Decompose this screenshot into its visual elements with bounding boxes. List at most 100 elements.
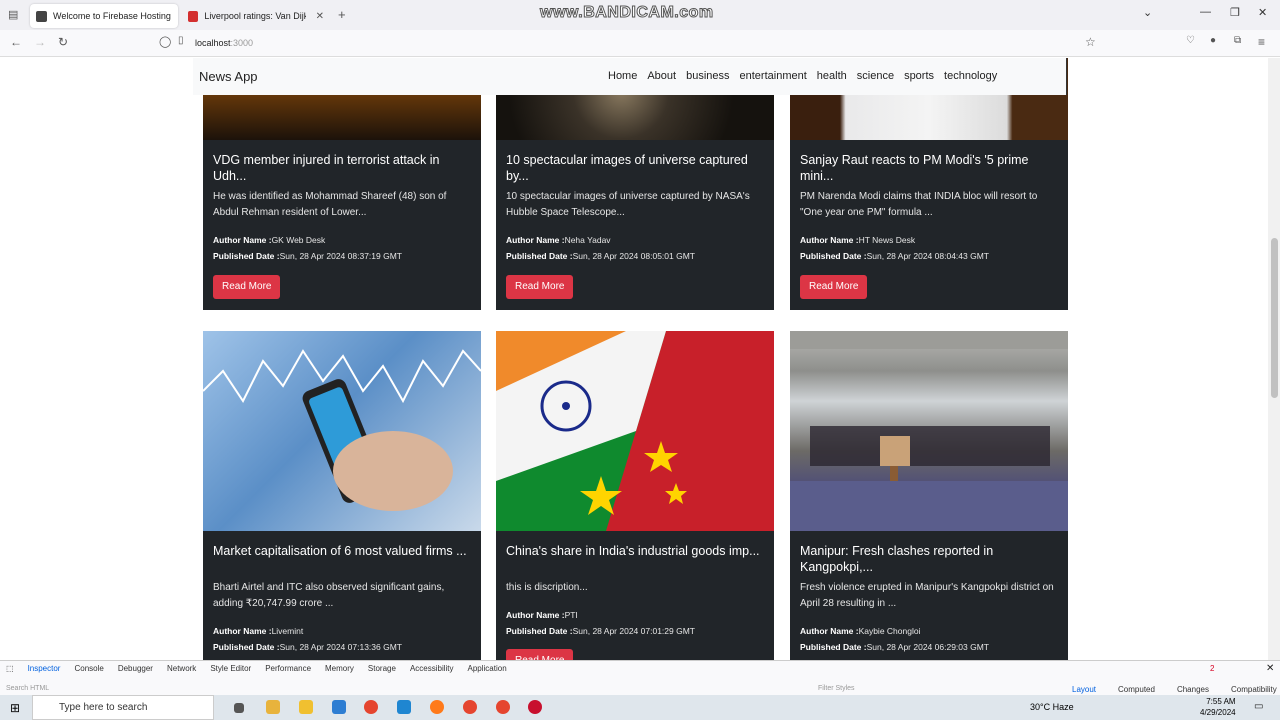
chrome-profile-icon[interactable] (463, 700, 477, 714)
pane-tab-computed[interactable]: Computed (1118, 685, 1155, 694)
menu-icon[interactable]: ≡ (1258, 35, 1265, 49)
read-more-button[interactable]: Read More (506, 275, 574, 299)
system-clock[interactable]: 7:55 AM 4/29/2024 (1200, 696, 1236, 718)
navigation-toolbar: ← → ↻ ◯ ▯ localhost:3000 ☆ ♡ ● ⧉ ≡ (0, 30, 1280, 57)
windows-taskbar: ⊞ Type here to search 30°C Haze 7:55 AM … (0, 695, 1280, 720)
devtools-tab-memory[interactable]: Memory (325, 664, 354, 673)
minimize-icon[interactable]: — (1200, 6, 1211, 18)
india-china-flags-illustration (496, 331, 774, 531)
mail-icon[interactable] (332, 700, 346, 714)
notifications-icon[interactable]: ▭ (1254, 701, 1263, 712)
read-more-button[interactable]: Read More (506, 649, 574, 660)
scrollbar-thumb[interactable] (1271, 238, 1278, 398)
error-count-badge[interactable]: 2 (1210, 664, 1214, 673)
page-viewport: News App Home About business entertainme… (0, 58, 1280, 660)
read-more-button[interactable]: Read More (800, 275, 868, 299)
tracking-shield-icon[interactable]: ◯ (159, 35, 171, 48)
pick-element-icon[interactable]: ⬚ (6, 664, 14, 673)
devtools-tab-application[interactable]: Application (468, 664, 507, 673)
news-card-image (496, 331, 774, 531)
account-icon[interactable]: ● (1210, 35, 1216, 46)
tab-liverpool[interactable]: Liverpool ratings: Van Dijk 5/10 ✕ (182, 4, 330, 28)
news-card-description: 10 spectacular images of universe captur… (506, 191, 750, 218)
author-label: Author Name : (213, 626, 272, 636)
news-card-author: Author Name :Livemint (213, 623, 303, 639)
nav-link-about[interactable]: About (647, 70, 676, 82)
chrome-icon[interactable] (364, 700, 378, 714)
devtools-tab-storage[interactable]: Storage (368, 664, 396, 673)
news-card-image (203, 331, 481, 531)
news-card-description: this is discription... (506, 582, 588, 593)
page-scrollbar[interactable] (1268, 58, 1280, 660)
news-card: Manipur: Fresh clashes reported in Kangp… (790, 331, 1068, 660)
store-icon[interactable] (299, 700, 313, 714)
chrome-dev-icon[interactable] (496, 700, 510, 714)
back-icon[interactable]: ← (10, 35, 22, 49)
news-card-author: Author Name :GK Web Desk (213, 232, 325, 248)
extensions-icon[interactable]: ⧉ (1234, 35, 1241, 46)
close-window-icon[interactable]: ✕ (1258, 6, 1267, 19)
address-field[interactable]: localhost:3000 (195, 38, 253, 48)
author-value: Livemint (271, 626, 304, 636)
recorder-watermark: www.BANDICAM.com (540, 4, 714, 22)
tab-label: Liverpool ratings: Van Dijk 5/10 (204, 11, 305, 21)
stock-chart-phone-illustration (203, 349, 481, 511)
filter-styles-input[interactable]: Filter Styles (818, 685, 855, 692)
forward-icon[interactable]: → (34, 35, 46, 49)
reload-icon[interactable]: ↻ (58, 35, 68, 49)
close-tab-icon[interactable]: ✕ (316, 11, 324, 22)
news-card-description: Bharti Airtel and ITC also observed sign… (213, 582, 445, 609)
devtools-tab-debugger[interactable]: Debugger (118, 664, 153, 673)
search-html-input[interactable]: Search HTML (6, 685, 49, 692)
devtools-tab-network[interactable]: Network (167, 664, 196, 673)
news-card-date: Published Date :Sun, 28 Apr 2024 08:37:1… (213, 248, 402, 264)
nav-link-entertainment[interactable]: entertainment (740, 70, 807, 82)
vscode-icon[interactable] (397, 700, 411, 714)
nav-link-home[interactable]: Home (608, 70, 637, 82)
tab-firebase[interactable]: Welcome to Firebase Hosting (30, 4, 178, 28)
news-card-title: Market capitalisation of 6 most valued f… (213, 544, 467, 558)
pane-tab-compatibility[interactable]: Compatibility (1231, 685, 1277, 694)
read-more-button[interactable]: Read More (213, 275, 281, 299)
nav-link-sports[interactable]: sports (904, 70, 934, 82)
devtools-tab-inspector[interactable]: Inspector (28, 664, 61, 673)
author-value: GK Web Desk (271, 235, 326, 245)
brand-link[interactable]: News App (199, 69, 258, 84)
tab-list-icon[interactable]: ▤ (8, 8, 18, 21)
date-value: Sun, 28 Apr 2024 07:13:36 GMT (279, 642, 402, 652)
task-view-icon[interactable] (234, 703, 244, 713)
devtools-tab-accessibility[interactable]: Accessibility (410, 664, 454, 673)
news-card-title: 10 spectacular images of universe captur… (506, 153, 748, 183)
weather-widget[interactable]: 30°C Haze (1030, 702, 1074, 712)
clock-date: 4/29/2024 (1200, 708, 1236, 717)
news-card-description: PM Narenda Modi claims that INDIA bloc w… (800, 191, 1038, 218)
pane-tab-changes[interactable]: Changes (1177, 685, 1209, 694)
nav-link-business[interactable]: business (686, 70, 729, 82)
devtools-tab-performance[interactable]: Performance (265, 664, 311, 673)
pocket-icon[interactable]: ♡ (1186, 35, 1195, 46)
gathering-photo-illustration (790, 331, 1068, 531)
devtools-tab-style-editor[interactable]: Style Editor (210, 664, 251, 673)
nav-link-technology[interactable]: technology (944, 70, 997, 82)
news-card: Market capitalisation of 6 most valued f… (203, 331, 481, 660)
date-label: Published Date : (800, 251, 867, 261)
nav-link-science[interactable]: science (857, 70, 894, 82)
bookmark-star-icon[interactable]: ☆ (1085, 35, 1096, 49)
devtools-close-icon[interactable]: ✕ (1266, 663, 1274, 674)
devtools-tab-console[interactable]: Console (74, 664, 103, 673)
file-explorer-icon[interactable] (266, 700, 280, 714)
author-value: Kaybie Chongloi (858, 626, 921, 636)
new-tab-icon[interactable]: + (338, 7, 346, 22)
nav-link-health[interactable]: health (817, 70, 847, 82)
news-card-description: Fresh violence erupted in Manipur's Kang… (800, 582, 1054, 609)
author-label: Author Name : (506, 235, 565, 245)
firefox-icon[interactable] (430, 700, 444, 714)
pane-tab-layout[interactable]: Layout (1072, 685, 1096, 694)
news-card-date: Published Date :Sun, 28 Apr 2024 06:29:0… (800, 639, 989, 655)
restore-icon[interactable]: ❐ (1230, 6, 1240, 19)
taskbar-search-input[interactable]: Type here to search (32, 695, 214, 720)
devtools-tabs: ⬚ Inspector Console Debugger Network Sty… (0, 664, 507, 673)
bandicam-icon[interactable] (528, 700, 542, 714)
windows-start-icon[interactable]: ⊞ (10, 701, 20, 715)
tab-overflow-chevron-icon[interactable]: ⌄ (1143, 6, 1152, 19)
